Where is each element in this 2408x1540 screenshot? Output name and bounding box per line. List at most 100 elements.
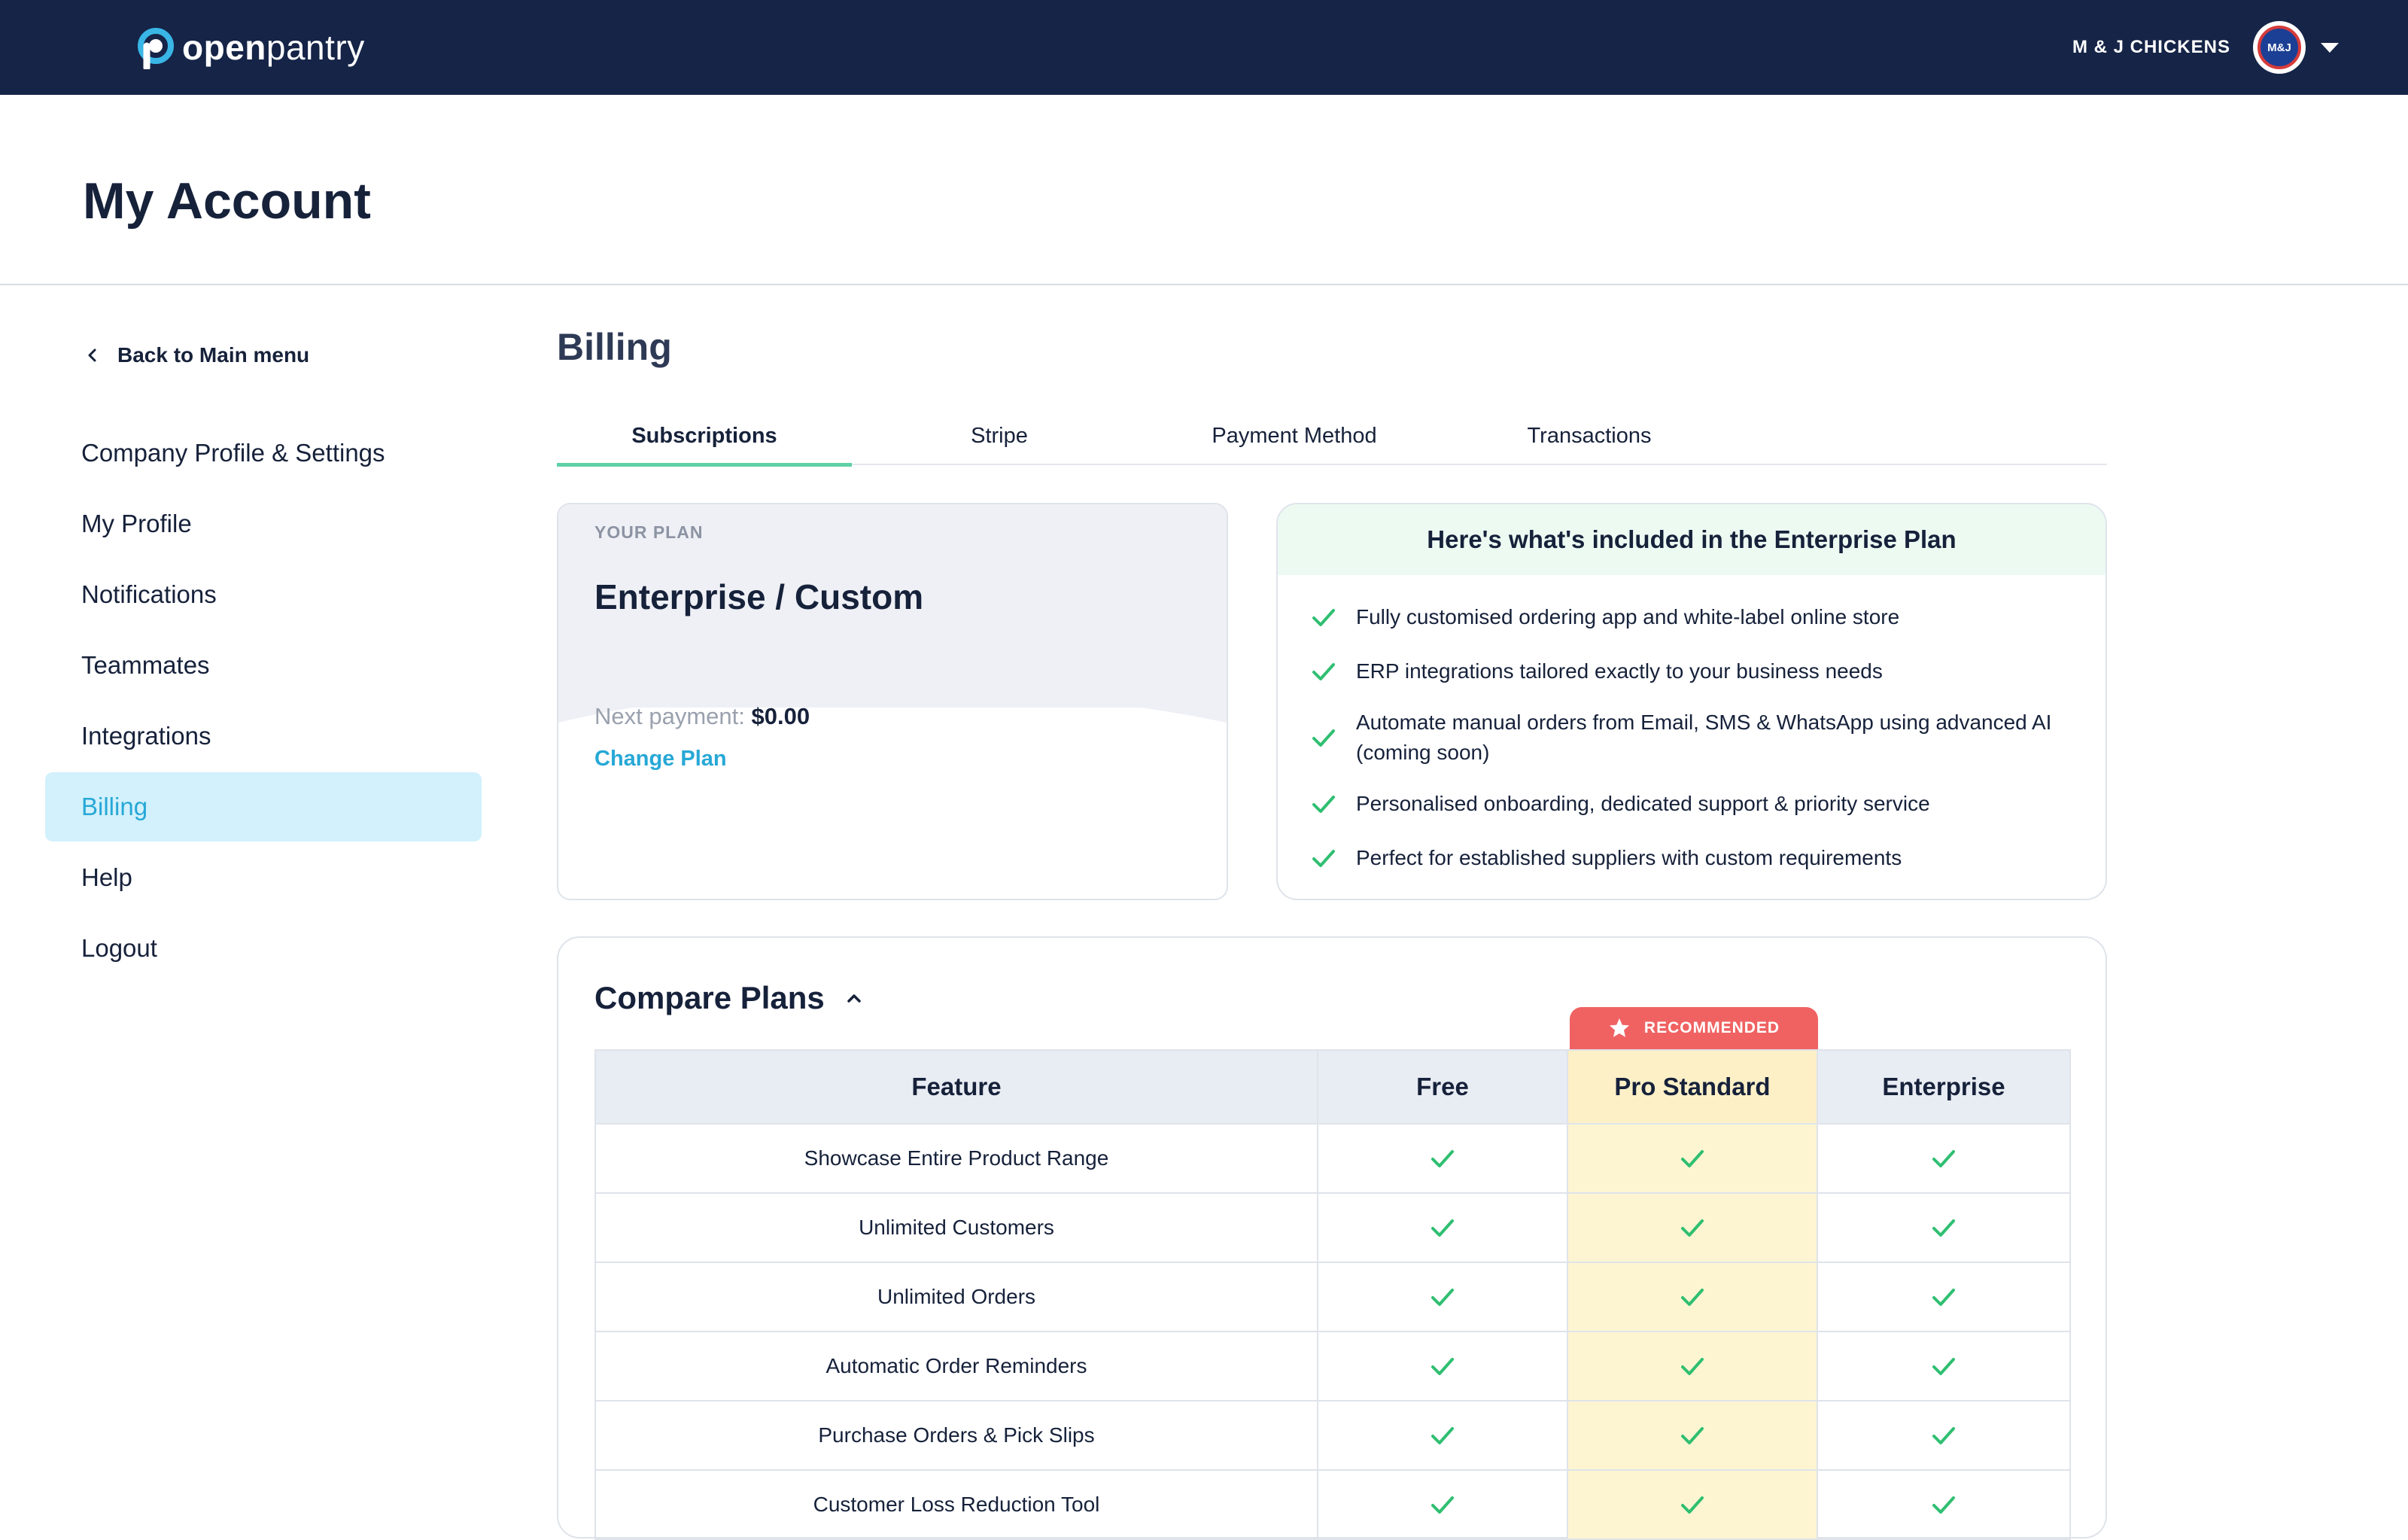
next-payment: Next payment: $0.00: [594, 703, 810, 730]
check-icon: [1681, 1219, 1704, 1237]
check-icon: [1312, 663, 1335, 680]
check-icon: [1312, 729, 1335, 747]
table-header-row: Feature Free Pro Standard Enterprise: [594, 1049, 2071, 1125]
recommended-label: RECOMMENDED: [1643, 1019, 1780, 1036]
free-cell: [1317, 1400, 1568, 1471]
list-item: Perfect for established suppliers with c…: [1308, 831, 2075, 885]
check-icon: [1932, 1219, 1955, 1237]
sidebar-item-logout[interactable]: Logout: [45, 914, 482, 983]
chevron-up-icon: [847, 994, 861, 1003]
enterprise-cell: [1817, 1400, 2071, 1471]
sidebar-item-teammates[interactable]: Teammates: [45, 631, 482, 700]
caret-down-icon[interactable]: [2321, 42, 2339, 53]
account-sidebar-menu: Company Profile & Settings My Profile No…: [45, 418, 482, 985]
check-icon: [1431, 1289, 1454, 1306]
sidebar-item-help[interactable]: Help: [45, 843, 482, 912]
included-title: Here's what's included in the Enterprise…: [1278, 504, 2105, 575]
sidebar-item-my-profile[interactable]: My Profile: [45, 489, 482, 558]
check-icon: [1312, 796, 1335, 813]
feature-cell: Automatic Order Reminders: [594, 1331, 1318, 1402]
chevron-left-icon: [88, 348, 96, 362]
free-cell: [1317, 1262, 1568, 1332]
check-icon: [1932, 1289, 1955, 1306]
logo-wordmark: openpantry: [182, 28, 365, 67]
next-payment-label: Next payment:: [594, 703, 745, 729]
check-icon: [1681, 1150, 1704, 1167]
tab-transactions[interactable]: Transactions: [1442, 406, 1737, 465]
your-plan-label: YOUR PLAN: [594, 522, 704, 542]
header-enterprise: Enterprise: [1817, 1049, 2071, 1125]
check-icon: [1932, 1358, 1955, 1375]
openpantry-logo-icon: [138, 28, 174, 69]
check-icon: [1431, 1427, 1454, 1444]
check-icon: [1681, 1358, 1704, 1375]
sidebar-item-integrations[interactable]: Integrations: [45, 702, 482, 771]
table-row: Showcase Entire Product Range: [594, 1123, 2071, 1194]
pro-standard-cell: [1567, 1331, 1818, 1402]
pro-standard-cell: [1567, 1192, 1818, 1263]
check-icon: [1431, 1219, 1454, 1237]
feature-cell: Unlimited Orders: [594, 1262, 1318, 1332]
feature-cell: Customer Loss Reduction Tool: [594, 1469, 1318, 1540]
included-item-text: ERP integrations tailored exactly to you…: [1356, 659, 1883, 683]
tab-subscriptions[interactable]: Subscriptions: [557, 406, 852, 467]
check-icon: [1932, 1496, 1955, 1514]
check-icon: [1312, 609, 1335, 626]
sidebar-item-billing[interactable]: Billing: [45, 772, 482, 842]
check-icon: [1681, 1427, 1704, 1444]
star-icon: [1609, 1018, 1629, 1037]
free-cell: [1317, 1123, 1568, 1194]
check-icon: [1431, 1496, 1454, 1514]
table-row: Automatic Order Reminders: [594, 1331, 2071, 1402]
top-navigation-bar: openpantry M & J CHICKENS M&J: [0, 0, 2408, 95]
openpantry-logo[interactable]: openpantry: [134, 23, 365, 72]
compare-plans-card: Compare Plans RECOMMENDED Feature Free P…: [557, 936, 2107, 1540]
header-feature: Feature: [594, 1049, 1318, 1125]
tab-payment-method[interactable]: Payment Method: [1147, 406, 1442, 465]
compare-plans-title: Compare Plans: [594, 980, 825, 1015]
included-item-text: Perfect for established suppliers with c…: [1356, 846, 1902, 869]
check-icon: [1312, 850, 1335, 867]
current-plan-card: YOUR PLAN Enterprise / Custom Next payme…: [557, 503, 1228, 900]
included-item-text: Personalised onboarding, dedicated suppo…: [1356, 792, 1930, 815]
sidebar-item-company-profile[interactable]: Company Profile & Settings: [45, 418, 482, 488]
company-avatar[interactable]: M&J: [2253, 21, 2306, 74]
billing-tabs: Subscriptions Stripe Payment Method Tran…: [557, 406, 2107, 467]
included-item-text: Fully customised ordering app and white-…: [1356, 605, 1900, 628]
back-link-label: Back to Main menu: [117, 343, 310, 367]
check-icon: [1681, 1289, 1704, 1306]
table-row: Unlimited Orders: [594, 1262, 2071, 1332]
pro-standard-cell: [1567, 1400, 1818, 1471]
included-item-text: Automate manual orders from Email, SMS &…: [1356, 711, 2052, 764]
enterprise-included-card: Here's what's included in the Enterprise…: [1276, 503, 2107, 900]
pro-standard-cell: [1567, 1262, 1818, 1332]
enterprise-cell: [1817, 1192, 2071, 1263]
next-payment-value: $0.00: [751, 703, 810, 729]
pro-standard-cell: [1567, 1123, 1818, 1194]
table-row: Purchase Orders & Pick Slips: [594, 1400, 2071, 1471]
enterprise-cell: [1817, 1331, 2071, 1402]
sidebar-item-notifications[interactable]: Notifications: [45, 560, 482, 629]
table-row: Unlimited Customers: [594, 1192, 2071, 1263]
enterprise-cell: [1817, 1262, 2071, 1332]
check-icon: [1932, 1150, 1955, 1167]
enterprise-cell: [1817, 1123, 2071, 1194]
check-icon: [1431, 1358, 1454, 1375]
pro-standard-cell: [1567, 1469, 1818, 1540]
feature-cell: Showcase Entire Product Range: [594, 1123, 1318, 1194]
header-free: Free: [1317, 1049, 1568, 1125]
free-cell: [1317, 1331, 1568, 1402]
company-name: M & J CHICKENS: [2072, 37, 2230, 57]
list-item: ERP integrations tailored exactly to you…: [1308, 644, 2075, 698]
header-divider: [0, 284, 2408, 285]
enterprise-cell: [1817, 1469, 2071, 1540]
page-title: My Account: [83, 172, 371, 230]
feature-cell: Purchase Orders & Pick Slips: [594, 1400, 1318, 1471]
user-menu[interactable]: M & J CHICKENS M&J: [2072, 20, 2339, 75]
compare-plans-toggle[interactable]: Compare Plans: [594, 977, 865, 1019]
back-to-main-menu-link[interactable]: Back to Main menu: [81, 340, 309, 370]
change-plan-link[interactable]: Change Plan: [594, 747, 727, 772]
free-cell: [1317, 1469, 1568, 1540]
tab-stripe[interactable]: Stripe: [852, 406, 1147, 465]
header-pro-standard: Pro Standard: [1567, 1049, 1818, 1125]
